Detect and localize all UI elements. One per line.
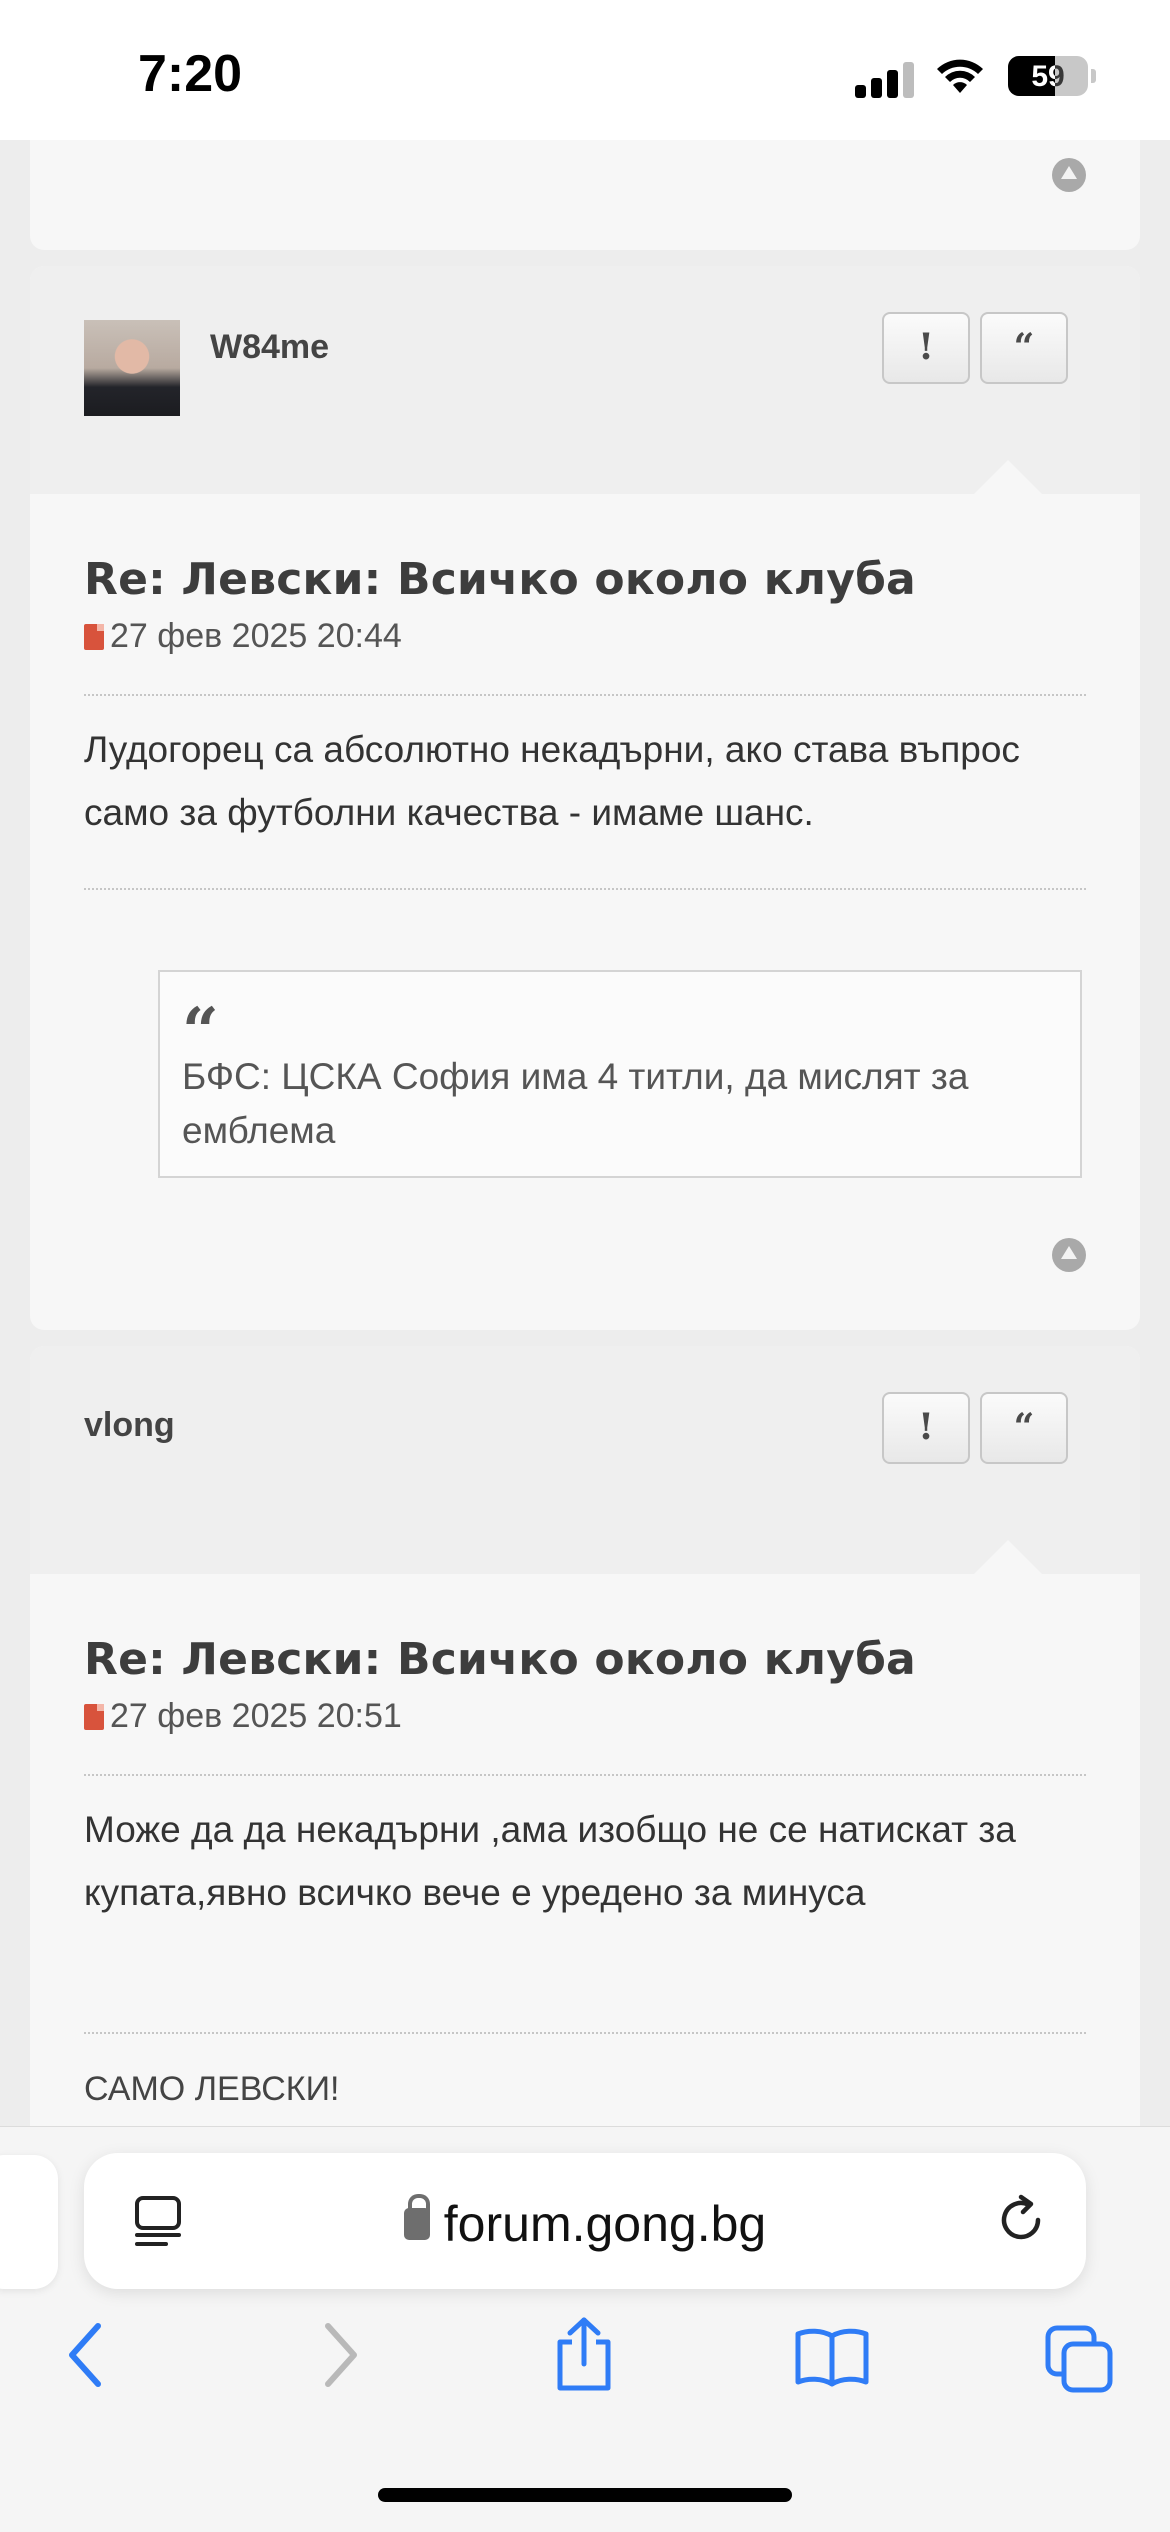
url-display[interactable]: forum.gong.bg (84, 2193, 1086, 2253)
post-file-icon (84, 1703, 104, 1730)
post-title[interactable]: Re: Левски: Всичко около клуба (84, 554, 1086, 605)
tabs-icon[interactable] (1044, 2324, 1114, 2394)
reload-icon[interactable] (994, 2193, 1048, 2247)
header-pointer (974, 460, 1042, 494)
post-date: 27 фев 2025 20:44 (110, 617, 402, 655)
previous-tab-preview[interactable] (0, 2155, 58, 2289)
back-to-top-icon[interactable] (1052, 1238, 1086, 1272)
quote-text: БФС: ЦСКА София има 4 титли, да мислят з… (182, 1056, 969, 1151)
status-bar: 7:20 59 (0, 0, 1170, 140)
back-to-top-icon[interactable] (1052, 158, 1086, 192)
post-author[interactable]: vlong (84, 1406, 175, 1445)
header-pointer (974, 1540, 1042, 1574)
previous-post-footer (30, 140, 1140, 250)
forum-post: W84me ! “ Re: Левски: Всичко около клуба… (30, 266, 1140, 1330)
divider (84, 888, 1086, 890)
bookmarks-icon[interactable] (794, 2326, 870, 2388)
post-content: Може да да некадърни ,ама изобщо не се н… (84, 1809, 1016, 1913)
post-signature: САМО ЛЕВСКИ! (84, 2070, 340, 2108)
post-author[interactable]: W84me (210, 328, 329, 367)
post-body: Re: Левски: Всичко около клуба 27 фев 20… (30, 494, 1140, 890)
cellular-signal-icon (855, 58, 915, 98)
forward-icon[interactable] (320, 2322, 360, 2388)
quote-icon: “ (182, 994, 219, 1069)
forum-post: vlong ! “ Re: Левски: Всичко около клуба… (30, 1346, 1140, 2146)
post-header: W84me ! “ (30, 266, 1140, 494)
post-body: Re: Левски: Всичко около клуба 27 фев 20… (30, 1574, 1140, 2109)
battery-level: 59 (1031, 60, 1065, 93)
divider (84, 694, 1086, 696)
battery-tip (1091, 69, 1096, 83)
avatar[interactable] (84, 320, 180, 416)
post-date-row: 27 фев 2025 20:51 (84, 1697, 1086, 1736)
back-icon[interactable] (66, 2322, 106, 2388)
divider (84, 2032, 1086, 2034)
post-file-icon (84, 623, 104, 650)
signature-quote: “ БФС: ЦСКА София има 4 титли, да мислят… (158, 970, 1082, 1178)
address-bar[interactable]: forum.gong.bg (84, 2153, 1086, 2289)
url-text: forum.gong.bg (443, 2196, 767, 2252)
post-date: 27 фев 2025 20:51 (110, 1697, 402, 1735)
battery-icon: 59 (1008, 56, 1088, 96)
post-date-row: 27 фев 2025 20:44 (84, 617, 1086, 656)
report-button[interactable]: ! (882, 1392, 970, 1464)
share-icon[interactable] (552, 2316, 616, 2392)
post-content: Лудогорец са абсолютно некадърни, ако ст… (84, 729, 1020, 833)
lock-icon (403, 2193, 430, 2240)
status-time: 7:20 (138, 45, 243, 103)
quote-button[interactable]: “ (980, 1392, 1068, 1464)
home-indicator[interactable] (378, 2488, 792, 2502)
post-header: vlong ! “ (30, 1346, 1140, 1574)
post-title[interactable]: Re: Левски: Всичко около клуба (84, 1634, 1086, 1685)
divider (84, 1774, 1086, 1776)
wifi-icon (937, 59, 983, 93)
quote-button[interactable]: “ (980, 312, 1068, 384)
report-button[interactable]: ! (882, 312, 970, 384)
